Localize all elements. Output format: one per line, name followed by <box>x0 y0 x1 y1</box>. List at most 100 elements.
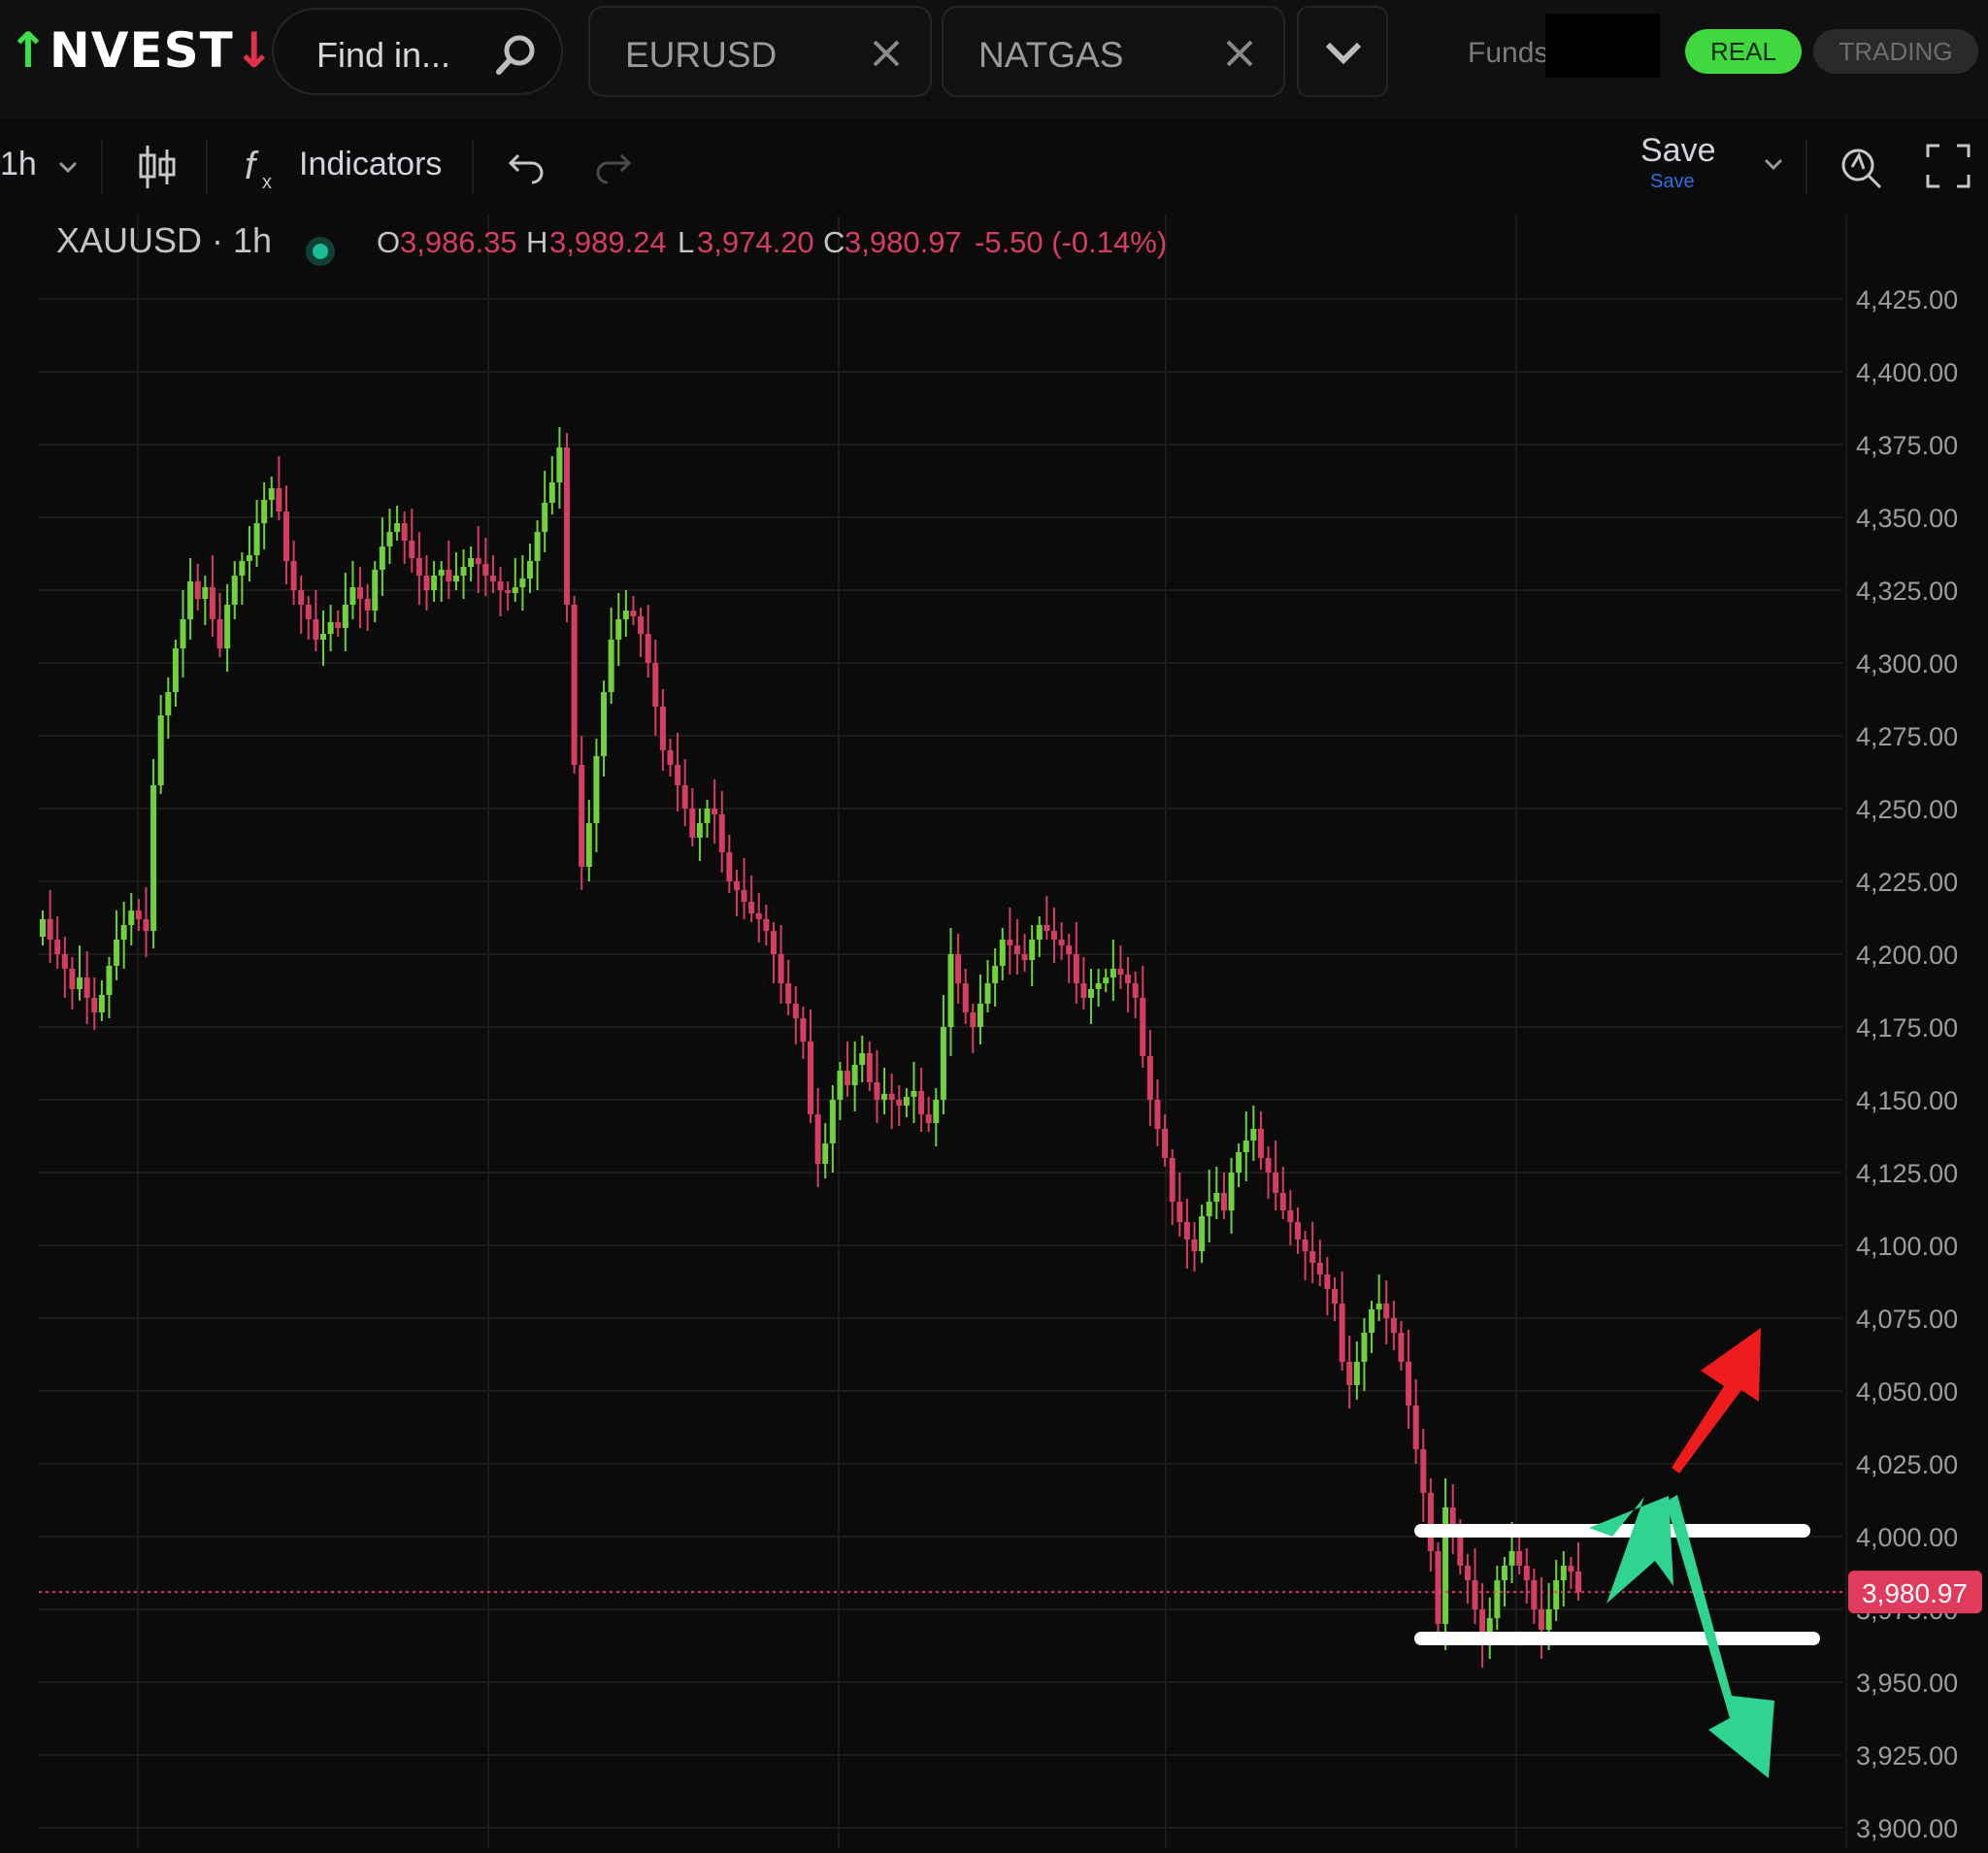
candle-body <box>1553 1580 1560 1609</box>
price-tick-label: 4,400.00 <box>1856 358 1958 387</box>
candle-body <box>1361 1333 1368 1362</box>
indicators-fx-icon[interactable]: f x <box>243 140 282 194</box>
candle-body <box>305 605 312 619</box>
save-button[interactable]: Save <box>1640 132 1716 170</box>
candle-body <box>1273 1173 1279 1193</box>
candle-body <box>845 1071 851 1085</box>
tab-natgas[interactable]: NATGAS <box>942 6 1285 97</box>
candle-body <box>1390 1318 1397 1333</box>
candle-body <box>401 523 408 541</box>
legend-l-label: L <box>678 225 694 259</box>
close-icon[interactable] <box>870 37 903 75</box>
candle-body <box>231 576 238 605</box>
funds-label: Funds <box>1468 37 1549 69</box>
candle-body <box>460 567 467 576</box>
real-account-button[interactable]: REAL <box>1685 29 1802 74</box>
candle-body <box>157 715 164 785</box>
indicators-button[interactable]: Indicators <box>299 146 442 183</box>
legend-c-label: C <box>823 225 845 259</box>
candle-body <box>1125 975 1132 983</box>
candle-body <box>1265 1158 1272 1173</box>
candle-body <box>120 925 127 940</box>
candle-body <box>681 785 688 809</box>
candle-body <box>866 1053 873 1082</box>
candle-body <box>911 1091 917 1097</box>
candle-body <box>712 809 718 814</box>
candle-body <box>468 558 475 567</box>
candle-body <box>1279 1193 1286 1210</box>
candle-body <box>1560 1566 1567 1580</box>
candle-body <box>1302 1240 1309 1251</box>
candle-body <box>320 634 327 640</box>
candle-body <box>482 564 489 576</box>
candle-body <box>298 590 305 605</box>
candle-body <box>800 1018 807 1042</box>
candle-body <box>180 619 186 648</box>
close-icon[interactable] <box>1223 37 1256 75</box>
candle-body <box>1294 1222 1301 1240</box>
candle-body <box>194 581 201 599</box>
candle-body <box>933 1100 940 1123</box>
candle-body <box>276 488 282 512</box>
candle-body <box>1103 977 1110 983</box>
candle-body <box>1309 1251 1316 1263</box>
candle-body <box>970 1012 977 1027</box>
candle-body <box>1287 1210 1294 1222</box>
candle-body <box>1316 1263 1323 1274</box>
price-tick-label: 4,225.00 <box>1856 868 1958 897</box>
chevron-down-icon[interactable] <box>1761 155 1786 175</box>
funds-value-redacted <box>1545 14 1660 78</box>
candle-body <box>253 523 260 555</box>
candle-body <box>925 1114 932 1123</box>
candle-body <box>1435 1551 1441 1624</box>
candle-body <box>534 532 541 561</box>
price-tick-label: 4,075.00 <box>1856 1305 1958 1334</box>
candle-body <box>1044 925 1050 931</box>
legend-o-label: O <box>377 225 400 259</box>
candle-body <box>135 910 142 919</box>
candle-body <box>748 902 755 913</box>
undo-icon[interactable] <box>507 148 547 186</box>
search-icon[interactable] <box>493 31 540 83</box>
candle-body <box>246 555 252 561</box>
quick-search-icon[interactable] <box>1837 140 1885 194</box>
price-tick-label: 3,950.00 <box>1856 1669 1958 1698</box>
tab-eurusd[interactable]: EURUSD <box>588 6 932 97</box>
candle-body <box>770 931 777 954</box>
candle-body <box>630 611 637 616</box>
candle-body <box>984 983 991 1004</box>
candle-body <box>1427 1493 1434 1551</box>
chart-area[interactable]: 4,425.00 4,400.00 4,375.00 4,350.00 4,325.00… <box>0 215 1988 1848</box>
market-status-dot-inner <box>313 244 328 259</box>
candle-body <box>1228 1173 1235 1210</box>
candle-body <box>423 576 430 590</box>
candle-body <box>741 890 747 902</box>
candle-body <box>497 581 504 590</box>
candle-body <box>1575 1572 1581 1593</box>
legend-change: -5.50 (-0.14%) <box>975 225 1167 259</box>
candle-body <box>733 881 740 890</box>
candle-body <box>512 587 518 593</box>
fullscreen-icon[interactable] <box>1924 142 1972 190</box>
candle-body <box>1406 1362 1412 1406</box>
candle-body <box>704 809 711 823</box>
search-input[interactable]: Find in... <box>316 35 450 76</box>
tabs-dropdown-button[interactable] <box>1297 6 1388 97</box>
candlestick-type-icon[interactable] <box>136 142 179 192</box>
candle-body <box>556 447 563 482</box>
candle-body <box>1146 1056 1153 1100</box>
candle-body <box>1013 945 1020 954</box>
trading-account-button[interactable]: TRADING <box>1813 29 1978 74</box>
redo-icon[interactable] <box>592 148 633 186</box>
candle-body <box>955 954 962 983</box>
candle-body <box>40 919 46 937</box>
last-price-label: 3,980.97 <box>1862 1578 1968 1608</box>
candle-body <box>1494 1580 1501 1618</box>
chevron-down-icon[interactable] <box>54 157 82 177</box>
candle-body <box>1029 940 1036 960</box>
interval-selector[interactable]: 1h <box>0 146 37 183</box>
price-chart[interactable]: 4,425.00 4,400.00 4,375.00 4,350.00 4,325.00… <box>0 215 1988 1848</box>
candle-body <box>1199 1216 1206 1251</box>
search-box[interactable]: Find in... <box>272 8 563 95</box>
candle-body <box>1250 1129 1257 1141</box>
